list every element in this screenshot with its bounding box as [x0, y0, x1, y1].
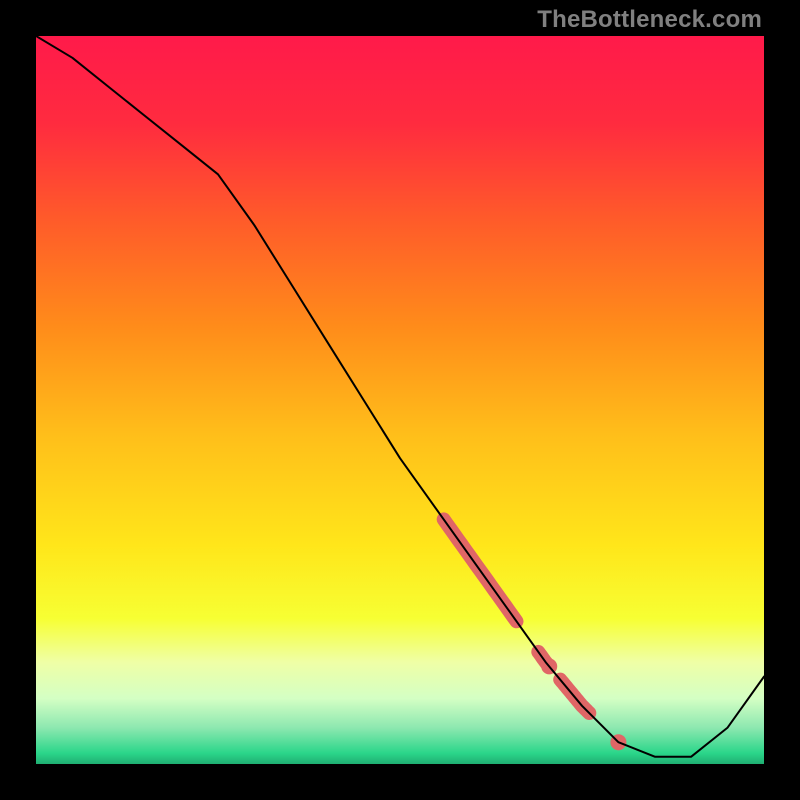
watermark-label: TheBottleneck.com — [537, 6, 762, 34]
gradient-background — [36, 36, 764, 764]
plot-area — [36, 36, 764, 764]
chart-frame: TheBottleneck.com — [0, 0, 800, 800]
bottleneck-chart — [36, 36, 764, 764]
